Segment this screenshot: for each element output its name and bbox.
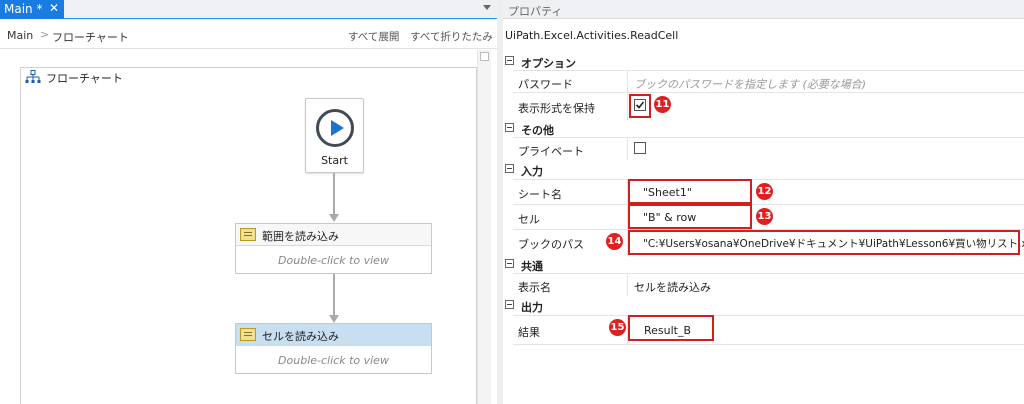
annotation-box-workbook-path <box>628 230 1020 255</box>
badge-11: 11 <box>654 96 671 113</box>
category-label: その他 <box>521 124 554 137</box>
designer-panel: Main * ✕ Main > フローチャート すべて展開 すべて折りたたみ フ… <box>0 0 497 404</box>
activity-type-name: UiPath.Excel.Activities.ReadCell <box>505 29 679 42</box>
activity-read-range[interactable]: 範囲を読み込み Double-click to view <box>235 223 432 274</box>
collapse-icon[interactable] <box>505 164 514 173</box>
breadcrumb-flowchart[interactable]: フローチャート <box>52 29 129 45</box>
display-name-input[interactable]: セルを読み込み <box>634 279 711 295</box>
private-checkbox[interactable] <box>634 142 646 154</box>
start-label: Start <box>321 154 348 167</box>
breadcrumb-separator: > <box>40 28 50 41</box>
collapse-all-button[interactable]: すべて折りたたみ <box>410 29 493 44</box>
property-name: ブックのパス <box>518 238 584 251</box>
properties-header: プロパティ <box>503 0 1024 19</box>
property-name: パスワード <box>518 78 573 91</box>
flowchart-header: フローチャート <box>21 68 476 87</box>
properties-panel: プロパティ UiPath.Excel.Activities.ReadCell オ… <box>503 0 1024 404</box>
property-row-display-name[interactable]: 表示名 セルを読み込み <box>513 273 1024 296</box>
expand-all-button[interactable]: すべて展開 <box>348 29 399 44</box>
close-icon[interactable]: ✕ <box>49 1 59 15</box>
activity-title: セルを読み込み <box>262 330 339 343</box>
excel-activity-icon <box>240 328 256 341</box>
tab-main-label: Main * <box>4 2 43 16</box>
category-output[interactable]: 出力 <box>503 296 1024 315</box>
connector-arrow <box>329 315 339 323</box>
annotation-box-preserve-format <box>629 94 651 118</box>
category-label: 共通 <box>521 260 543 273</box>
property-name: 表示名 <box>518 281 551 294</box>
annotation-box-result <box>628 315 714 341</box>
password-input[interactable]: ブックのパスワードを指定します (必要な場合) <box>634 76 866 92</box>
collapse-icon[interactable] <box>505 56 514 65</box>
collapse-icon[interactable] <box>505 300 514 309</box>
document-tab-bar: Main * ✕ <box>0 0 497 19</box>
annotation-box-cell <box>628 204 752 229</box>
scroll-up-button[interactable] <box>480 52 489 61</box>
badge-13: 13 <box>756 208 773 225</box>
activity-header: 範囲を読み込み <box>236 224 431 246</box>
property-row-private[interactable]: プライベート <box>513 137 1024 160</box>
category-input[interactable]: 入力 <box>503 160 1024 179</box>
property-row-result[interactable]: 結果 Result_B <box>513 315 1024 345</box>
property-name: プライベート <box>518 145 584 158</box>
badge-15: 15 <box>609 319 626 336</box>
property-name: シート名 <box>518 188 562 201</box>
category-label: 出力 <box>521 301 543 314</box>
property-name: 表示形式を保持 <box>518 102 595 115</box>
collapse-icon[interactable] <box>505 123 514 132</box>
activity-header: セルを読み込み <box>236 324 431 346</box>
vertical-scrollbar[interactable] <box>477 50 491 404</box>
excel-activity-icon <box>240 228 256 241</box>
category-common[interactable]: 共通 <box>503 255 1024 274</box>
play-icon <box>316 109 354 147</box>
property-row-preserve-format[interactable]: 表示形式を保持 <box>513 92 1024 120</box>
property-row-password[interactable]: パスワード ブックのパスワードを指定します (必要な場合) <box>513 70 1024 93</box>
collapse-icon[interactable] <box>505 259 514 268</box>
activity-title: 範囲を読み込み <box>262 230 339 243</box>
flowchart-title: フローチャート <box>46 72 123 85</box>
category-misc[interactable]: その他 <box>503 119 1024 138</box>
properties-title: プロパティ <box>508 5 563 18</box>
connector-arrow <box>329 214 339 222</box>
connector-line <box>333 274 335 316</box>
tab-main[interactable]: Main * ✕ <box>0 0 64 19</box>
chevron-down-icon[interactable] <box>483 5 491 10</box>
badge-14: 14 <box>606 233 623 250</box>
category-label: 入力 <box>521 165 543 178</box>
annotation-box-sheet-name <box>628 179 752 204</box>
flowchart-icon <box>25 70 41 83</box>
activity-body-hint: Double-click to view <box>278 354 389 367</box>
category-options[interactable]: オプション <box>503 52 1024 71</box>
connector-line <box>333 173 335 215</box>
activity-body-hint: Double-click to view <box>278 254 389 267</box>
breadcrumb: Main > フローチャート すべて展開 すべて折りたたみ <box>0 19 497 49</box>
badge-12: 12 <box>756 183 773 200</box>
property-name: 結果 <box>518 326 540 339</box>
property-name: セル <box>518 213 540 226</box>
category-label: オプション <box>521 57 576 70</box>
breadcrumb-main[interactable]: Main <box>7 29 33 42</box>
start-node[interactable]: Start <box>305 98 364 173</box>
activity-read-cell[interactable]: セルを読み込み Double-click to view <box>235 323 432 374</box>
